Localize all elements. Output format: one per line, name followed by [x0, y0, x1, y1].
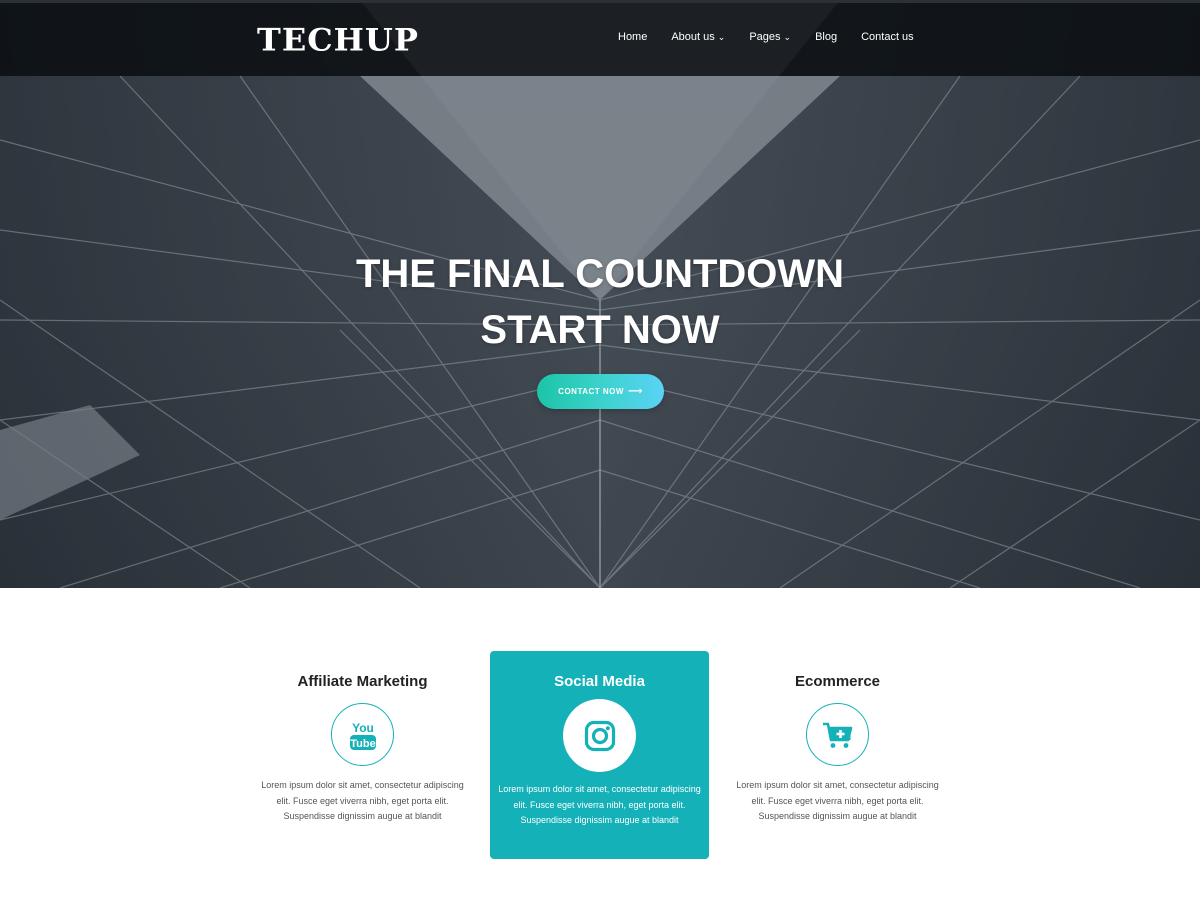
- service-icon-circle: [563, 699, 636, 772]
- service-icon-circle: You Tube: [331, 703, 394, 766]
- service-card-ecommerce[interactable]: Ecommerce Lorem ipsum dolor sit amet, co…: [728, 651, 947, 859]
- main-nav: Home About us ⌄ Pages ⌄ Blog Contact us: [618, 31, 914, 43]
- youtube-icon-text-bottom: Tube: [350, 738, 375, 750]
- top-navigation-bar: TECHUP Home About us ⌄ Pages ⌄ Blog Cont…: [0, 0, 1200, 76]
- site-logo[interactable]: TECHUP: [257, 22, 419, 58]
- nav-item-label: About us: [671, 31, 715, 43]
- nav-item-label: Contact us: [861, 31, 914, 43]
- shopping-cart-icon: [822, 722, 852, 748]
- contact-now-label: CONTACT NOW: [558, 387, 624, 396]
- nav-item-about-us[interactable]: About us ⌄: [671, 31, 725, 43]
- service-card-title: Social Media: [554, 673, 645, 690]
- service-card-social-media[interactable]: Social Media Lorem ipsum dolor sit amet,…: [490, 651, 709, 859]
- instagram-icon: [584, 720, 615, 751]
- hero-section: TECHUP Home About us ⌄ Pages ⌄ Blog Cont…: [0, 0, 1200, 588]
- contact-now-button[interactable]: CONTACT NOW ⟶: [537, 374, 664, 409]
- chevron-down-icon: ⌄: [783, 31, 792, 42]
- nav-item-blog[interactable]: Blog: [815, 31, 837, 43]
- nav-item-label: Pages: [749, 31, 781, 43]
- hero-heading: THE FINAL COUNTDOWN START NOW: [0, 246, 1200, 358]
- service-card-description: Lorem ipsum dolor sit amet, consectetur …: [498, 784, 701, 825]
- youtube-icon: You Tube: [349, 721, 376, 750]
- nav-item-pages[interactable]: Pages ⌄: [749, 31, 791, 43]
- youtube-icon-text-top: You: [352, 721, 374, 735]
- nav-item-label: Blog: [815, 31, 838, 43]
- services-section: Affiliate Marketing You Tube Lorem ipsum…: [0, 588, 1200, 900]
- service-icon-circle: [806, 703, 869, 766]
- service-card-title: Ecommerce: [794, 673, 881, 690]
- service-card-description: Lorem ipsum dolor sit amet, consectetur …: [261, 780, 464, 821]
- service-card-title: Affiliate Marketing: [297, 673, 428, 690]
- nav-item-contact-us[interactable]: Contact us: [861, 31, 914, 43]
- nav-item-home[interactable]: Home: [618, 31, 647, 43]
- hero-heading-line-1: THE FINAL COUNTDOWN: [355, 252, 845, 296]
- chevron-down-icon: ⌄: [717, 31, 726, 42]
- hero-heading-line-2: START NOW: [480, 308, 720, 352]
- nav-item-label: Home: [618, 31, 648, 43]
- service-card-affiliate-marketing[interactable]: Affiliate Marketing You Tube Lorem ipsum…: [253, 651, 472, 859]
- service-card-description: Lorem ipsum dolor sit amet, consectetur …: [736, 780, 939, 821]
- arrow-right-icon: ⟶: [627, 386, 643, 397]
